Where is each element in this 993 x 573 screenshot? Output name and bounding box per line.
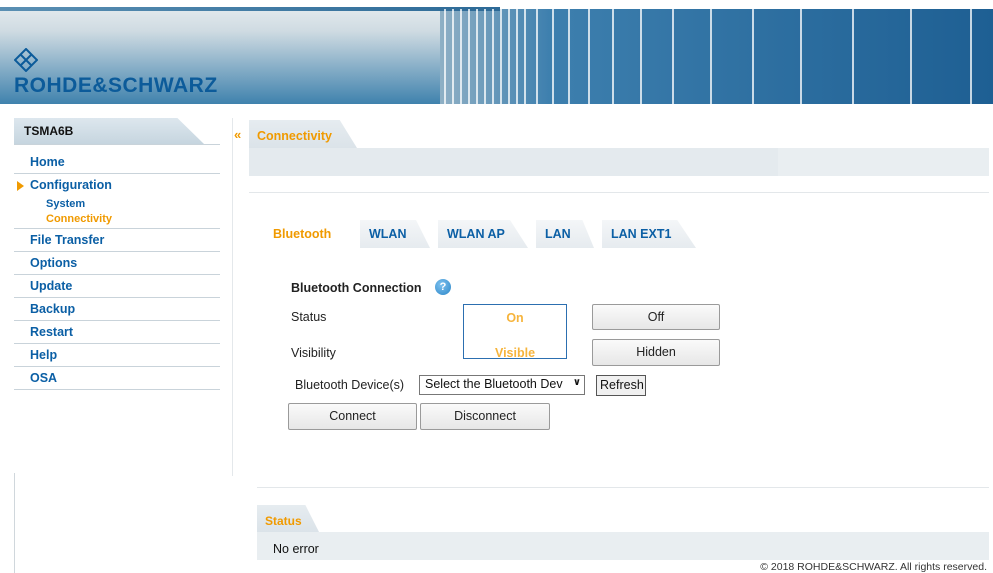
sidebar-separator <box>232 118 233 476</box>
bluetooth-device-select[interactable]: Select the Bluetooth Dev ∨ <box>419 375 585 395</box>
tab-lan[interactable]: LAN <box>536 220 594 248</box>
sidebar-item-osa[interactable]: OSA <box>14 367 220 390</box>
sidebar-item-backup[interactable]: Backup <box>14 298 220 321</box>
header-bar-line <box>516 9 518 104</box>
sidebar-subitem-system[interactable]: System <box>14 197 220 212</box>
sidebar-item-options[interactable]: Options <box>14 252 220 275</box>
device-name-tab: TSMA6B <box>14 118 204 144</box>
footer-copyright: © 2018 ROHDE&SCHWARZ. All rights reserve… <box>760 561 987 573</box>
sidebar-item-home[interactable]: Home <box>14 151 220 174</box>
page-title-tab: Connectivity <box>249 120 357 148</box>
header-bar-line <box>588 9 590 104</box>
header-bar-line <box>752 9 754 104</box>
sidebar-item-configuration[interactable]: Configuration <box>14 174 220 197</box>
header-bar-line <box>508 9 510 104</box>
expand-arrow-icon <box>17 181 24 191</box>
chevron-down-icon: ∨ <box>572 377 581 388</box>
content-divider <box>249 192 989 193</box>
sidebar-subitem-connectivity[interactable]: Connectivity <box>14 212 220 229</box>
header-banner: ROHDE&SCHWARZ <box>0 0 993 104</box>
page-title-bar-end <box>778 148 989 176</box>
sidebar-item-label: Configuration <box>30 178 112 192</box>
tab-lan-ext1[interactable]: LAN EXT1 <box>602 220 696 248</box>
visibility-visible-option[interactable]: Visible <box>463 346 567 360</box>
status-message: No error <box>273 542 319 556</box>
header-bar-line <box>970 9 972 104</box>
tab-wlan[interactable]: WLAN <box>360 220 430 248</box>
header-bar-line <box>910 9 912 104</box>
disconnect-button[interactable]: Disconnect <box>420 403 550 430</box>
header-barcode-graphic <box>440 9 993 104</box>
header-bar-line <box>468 9 470 104</box>
status-title-tab: Status <box>257 505 319 532</box>
header-bar-line <box>640 9 642 104</box>
brand-wordmark: ROHDE&SCHWARZ <box>14 74 218 97</box>
refresh-button[interactable]: Refresh <box>596 375 646 396</box>
header-bar-line <box>492 9 494 104</box>
sidebar-item-file-transfer[interactable]: File Transfer <box>14 229 220 252</box>
help-icon[interactable]: ? <box>435 279 451 295</box>
sidebar-divider <box>14 144 220 145</box>
visibility-label: Visibility <box>291 346 336 360</box>
status-divider <box>257 487 989 488</box>
status-bar <box>257 532 989 560</box>
header-bar-line <box>672 9 674 104</box>
header-bar-line <box>710 9 712 104</box>
status-off-button[interactable]: Off <box>592 304 720 330</box>
header-bar-line <box>500 9 502 104</box>
bluetooth-devices-label: Bluetooth Device(s) <box>295 378 405 392</box>
sidebar-edge <box>14 473 15 573</box>
header-bar-line <box>452 9 454 104</box>
bluetooth-device-select-value: Select the Bluetooth Dev <box>425 377 563 391</box>
bluetooth-connection-title: Bluetooth Connection <box>291 281 422 295</box>
header-bar-line <box>800 9 802 104</box>
header-bar-line <box>552 9 554 104</box>
collapse-sidebar-icon[interactable]: « <box>234 128 246 142</box>
header-bar-line <box>852 9 854 104</box>
header-bar-line <box>536 9 538 104</box>
sidebar-item-restart[interactable]: Restart <box>14 321 220 344</box>
page-title-bar <box>249 148 778 176</box>
header-bar-line <box>568 9 570 104</box>
header-accent-line <box>0 7 500 11</box>
rohde-schwarz-logo-icon <box>14 48 38 72</box>
sidebar-nav: TSMA6B Home Configuration System Connect… <box>14 118 220 390</box>
visibility-hidden-button[interactable]: Hidden <box>592 339 720 366</box>
status-label: Status <box>291 310 327 324</box>
header-bar-line <box>460 9 462 104</box>
tab-wlan-ap[interactable]: WLAN AP <box>438 220 528 248</box>
status-on-option[interactable]: On <box>463 311 567 325</box>
header-bar-line <box>612 9 614 104</box>
sidebar-item-help[interactable]: Help <box>14 344 220 367</box>
tab-bluetooth[interactable]: Bluetooth <box>264 220 346 248</box>
header-bar-line <box>476 9 478 104</box>
connect-button[interactable]: Connect <box>288 403 417 430</box>
sidebar-item-update[interactable]: Update <box>14 275 220 298</box>
header-bar-line <box>524 9 526 104</box>
header-bar-line <box>484 9 486 104</box>
header-bar-line <box>444 9 446 104</box>
